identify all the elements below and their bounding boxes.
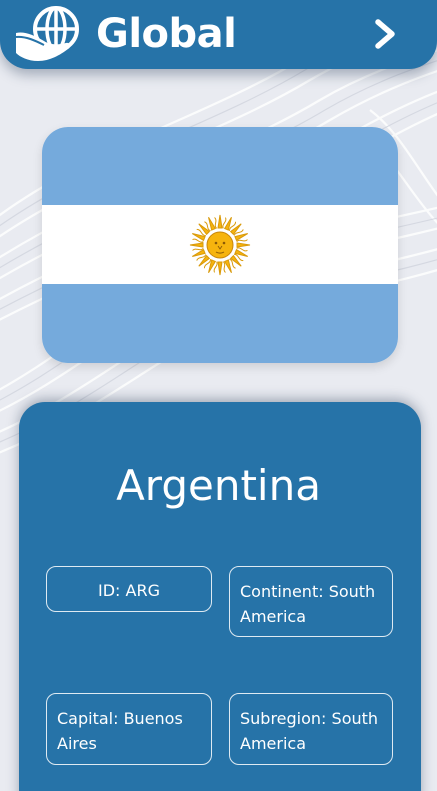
country-subregion-text: Subregion: South America [240, 709, 379, 753]
country-flag [42, 127, 398, 363]
country-continent-box: Continent: South America [229, 566, 393, 637]
flag-stripe-top [42, 127, 398, 205]
globe-hand-icon [15, 6, 79, 61]
chevron-right-icon[interactable] [366, 12, 406, 56]
country-capital-text: Capital: Buenos Aires [57, 709, 183, 753]
app-header: Global [0, 0, 437, 69]
country-capital-box: Capital: Buenos Aires [46, 693, 212, 765]
country-subregion-box: Subregion: South America [229, 693, 393, 765]
country-continent-text: Continent: South America [240, 582, 376, 626]
app-title: Global [96, 11, 237, 57]
country-name: Argentina [116, 461, 321, 510]
flag-stripe-bottom [42, 284, 398, 363]
sun-of-may-icon [189, 214, 251, 276]
country-id-text: ID: ARG [98, 581, 160, 600]
country-id-box: ID: ARG [46, 566, 212, 612]
